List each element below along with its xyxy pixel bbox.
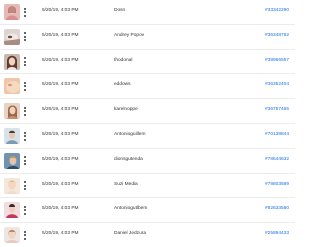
table-row[interactable]: 5/20/19, 4:03 PM eddows #36352404	[0, 74, 295, 100]
table-row[interactable]: 5/20/19, 4:03 PM dionsgutenda #78544632	[0, 149, 295, 174]
post-id-link[interactable]: #82633580	[265, 205, 289, 213]
post-id-link[interactable]: #70138844	[265, 131, 289, 139]
thumbnail[interactable]	[4, 78, 20, 95]
post-id-link[interactable]: #38966557	[265, 57, 289, 65]
author-cell: Antonioguillem	[114, 132, 146, 137]
date-cell: 5/20/19, 4:03 PM	[42, 8, 79, 13]
author-cell: Antoniogutlbem	[114, 206, 148, 212]
date-cell: 5/20/19, 4:03 PM	[42, 156, 79, 162]
more-options-icon[interactable]	[22, 30, 27, 44]
table-row[interactable]: 5/20/19, 4:03 PM Antonioguillem #7013884…	[0, 124, 295, 149]
author-cell: Andrey Popov	[114, 32, 145, 38]
author-cell: Daniel Jedzura	[114, 231, 146, 237]
date-cell: 5/20/19, 4:03 PM	[42, 132, 79, 137]
more-options-icon[interactable]	[22, 129, 27, 143]
more-options-icon[interactable]	[22, 104, 27, 118]
date-cell: 5/20/19, 4:03 PM	[42, 107, 79, 113]
more-options-icon[interactable]	[22, 228, 27, 242]
table-row[interactable]: 5/20/19, 4:03 PM Dosn #33342290	[0, 0, 295, 25]
media-table: 5/20/19, 4:03 PM Dosn #33342290 5/20/19,…	[0, 0, 295, 247]
date-cell: 5/20/19, 4:03 PM	[42, 231, 79, 237]
date-cell: 5/20/19, 4:03 PM	[42, 32, 79, 38]
more-options-icon[interactable]	[22, 5, 27, 19]
thumbnail[interactable]	[4, 152, 20, 169]
date-cell: 5/20/19, 4:03 PM	[42, 57, 79, 63]
date-cell: 5/20/19, 4:03 PM	[42, 82, 79, 88]
thumbnail[interactable]	[4, 103, 20, 120]
table-row[interactable]: 5/20/19, 4:03 PM Daniel Jedzura #2589443…	[0, 223, 295, 247]
table-row[interactable]: 5/20/19, 4:03 PM karelnoppe #36757465	[0, 99, 295, 124]
thumbnail[interactable]	[4, 4, 20, 20]
more-options-icon[interactable]	[22, 154, 27, 168]
author-cell: eddows	[114, 82, 131, 88]
more-options-icon[interactable]	[22, 55, 27, 69]
post-id-link[interactable]: #36352404	[265, 81, 289, 89]
table-row[interactable]: 5/20/19, 4:03 PM Antoniogutlbem #8263358…	[0, 198, 295, 224]
thumbnail[interactable]	[4, 177, 20, 194]
author-cell: Dosn	[114, 8, 126, 13]
author-cell: Suzi Media	[114, 181, 138, 187]
post-id-link[interactable]: #78544632	[265, 156, 289, 164]
thumbnail[interactable]	[4, 227, 20, 244]
author-cell: thodonal	[114, 57, 133, 63]
post-id-link[interactable]: #33342290	[265, 7, 289, 15]
more-options-icon[interactable]	[22, 79, 27, 93]
table-row[interactable]: 5/20/19, 4:03 PM thodonal #38966557	[0, 50, 295, 75]
post-id-link[interactable]: #25894433	[265, 230, 289, 238]
post-id-link[interactable]: #36757465	[265, 106, 289, 114]
author-cell: karelnoppe	[114, 107, 138, 113]
author-cell: dionsgutenda	[114, 156, 143, 162]
date-cell: 5/20/19, 4:03 PM	[42, 181, 79, 187]
post-id-link[interactable]: #36348752	[265, 32, 289, 40]
post-id-link[interactable]: #78803589	[265, 181, 289, 189]
table-row[interactable]: 5/20/19, 4:03 PM Andrey Popov #36348752	[0, 25, 295, 50]
table-row[interactable]: 5/20/19, 4:03 PM Suzi Media #78803589	[0, 174, 295, 199]
date-cell: 5/20/19, 4:03 PM	[42, 206, 79, 212]
thumbnail[interactable]	[4, 128, 20, 144]
more-options-icon[interactable]	[22, 203, 27, 217]
more-options-icon[interactable]	[22, 179, 27, 193]
thumbnail[interactable]	[4, 202, 20, 219]
thumbnail[interactable]	[4, 53, 20, 70]
thumbnail[interactable]	[4, 28, 20, 45]
